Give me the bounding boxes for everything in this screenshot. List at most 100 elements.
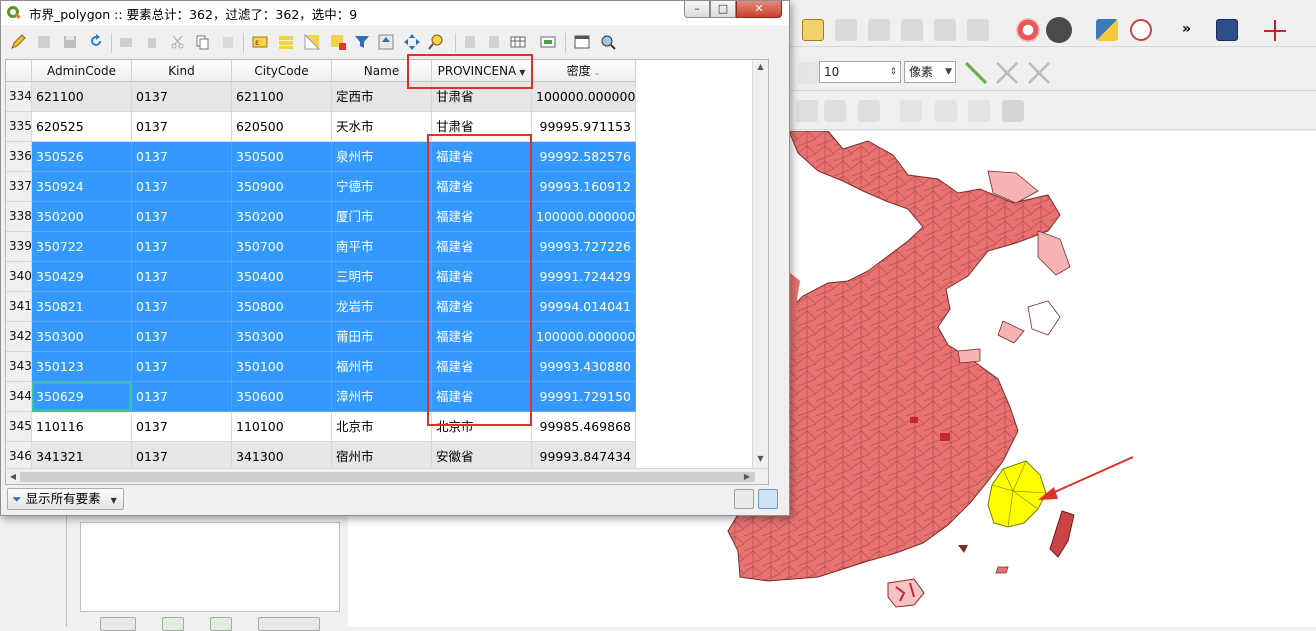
cell-citycode[interactable]: 350500 (232, 142, 332, 172)
delete-field-icon[interactable] (539, 33, 557, 51)
plugin-face-icon[interactable] (1046, 17, 1072, 43)
label-change-icon[interactable] (967, 19, 989, 41)
delete-cross-icon[interactable] (996, 62, 1018, 84)
cell-name[interactable]: 莆田市 (332, 322, 432, 352)
row-number[interactable]: 344 (6, 382, 32, 412)
cell-kind[interactable]: 0137 (132, 82, 232, 112)
cell-kind[interactable]: 0137 (132, 382, 232, 412)
simplify-icon[interactable] (935, 100, 957, 122)
spin-arrows-icon[interactable]: ⇕ (889, 62, 897, 82)
show-all-features-button[interactable]: ⏷ 显示所有要素 ▼ (7, 488, 124, 510)
maximize-button[interactable]: □ (710, 1, 736, 18)
snap-vertex-icon[interactable] (798, 62, 820, 84)
cell-provincena[interactable]: 甘肃省 (432, 112, 532, 142)
cell-admincode[interactable]: 350722 (32, 232, 132, 262)
cell-density[interactable]: 100000.000000 (532, 202, 636, 232)
cell-admincode[interactable]: 350821 (32, 292, 132, 322)
cell-density[interactable]: 99992.582576 (532, 142, 636, 172)
cell-provincena[interactable]: 福建省 (432, 142, 532, 172)
cell-density[interactable]: 99993.160912 (532, 172, 636, 202)
deselect-all-icon[interactable] (329, 33, 347, 51)
close-button[interactable]: ✕ (736, 1, 782, 18)
cell-name[interactable]: 漳州市 (332, 382, 432, 412)
hainan-region[interactable] (887, 578, 925, 608)
cell-kind[interactable]: 0137 (132, 172, 232, 202)
form-view-button[interactable] (734, 489, 754, 509)
cell-name[interactable]: 泉州市 (332, 142, 432, 172)
vertical-scrollbar[interactable]: ▲ ▼ (752, 60, 768, 484)
cell-density[interactable]: 100000.000000 (532, 82, 636, 112)
snap-unit-select[interactable]: 像素 ▼ (904, 61, 956, 83)
cell-provincena[interactable]: 福建省 (432, 202, 532, 232)
cell-density[interactable]: 99994.014041 (532, 292, 636, 322)
header-kind[interactable]: Kind (132, 60, 232, 82)
cell-density[interactable]: 99995.971153 (532, 112, 636, 142)
cell-admincode[interactable]: 350123 (32, 352, 132, 382)
horizontal-scrollbar[interactable]: ◀ ▶ (6, 468, 768, 484)
cell-provincena[interactable]: 福建省 (432, 322, 532, 352)
label-show-icon[interactable] (868, 19, 890, 41)
cell-density[interactable]: 99993.430880 (532, 352, 636, 382)
table-row[interactable]: 336 350526 0137 350500 泉州市 福建省 99992.582576 (6, 142, 636, 172)
python-console-icon[interactable] (1096, 19, 1118, 41)
add-feature-icon[interactable] (117, 33, 135, 51)
cell-provincena[interactable]: 福建省 (432, 292, 532, 322)
cell-citycode[interactable]: 350400 (232, 262, 332, 292)
island-region[interactable] (995, 566, 1009, 574)
table-row[interactable]: 340 350429 0137 350400 三明市 福建省 99991.724429 (6, 262, 636, 292)
panel-refresh-icon[interactable] (210, 617, 232, 631)
cell-citycode[interactable]: 110100 (232, 412, 332, 442)
cell-kind[interactable]: 0137 (132, 202, 232, 232)
field-calculator-icon[interactable] (573, 33, 591, 51)
delete-icon[interactable] (143, 33, 161, 51)
taiwan-region[interactable] (1049, 510, 1075, 558)
cell-citycode[interactable]: 350900 (232, 172, 332, 202)
cell-name[interactable]: 北京市 (332, 412, 432, 442)
table-row[interactable]: 339 350722 0137 350700 南平市 福建省 99993.727226 (6, 232, 636, 262)
window-titlebar[interactable]: 市界_polygon :: 要素总计：362，过滤了：362，选中：9 – □ … (1, 1, 789, 25)
low-density-region[interactable] (997, 320, 1025, 344)
header-density[interactable]: 密度 ⌄ (532, 60, 636, 82)
cell-citycode[interactable]: 350200 (232, 202, 332, 232)
cell-admincode[interactable]: 350200 (32, 202, 132, 232)
cell-admincode[interactable]: 621100 (32, 82, 132, 112)
cell-name[interactable]: 福州市 (332, 352, 432, 382)
label-tool-icon[interactable] (802, 19, 824, 41)
table-row[interactable]: 335 620525 0137 620500 天水市 甘肃省 99995.971153 (6, 112, 636, 142)
horizontal-scroll-thumb[interactable] (20, 472, 755, 482)
rotate-feature-icon[interactable] (1002, 100, 1024, 122)
table-row[interactable]: 341 350821 0137 350800 龙岩市 福建省 99994.014041 (6, 292, 636, 322)
header-name[interactable]: Name (332, 60, 432, 82)
move-selection-to-top-icon[interactable] (377, 33, 395, 51)
row-number[interactable]: 336 (6, 142, 32, 172)
cell-admincode[interactable]: 350629 (32, 382, 132, 412)
add-part-icon[interactable] (796, 100, 818, 122)
browser-list[interactable] (80, 522, 340, 612)
row-number[interactable]: 338 (6, 202, 32, 232)
cell-provincena[interactable]: 甘肃省 (432, 82, 532, 112)
cell-name[interactable]: 南平市 (332, 232, 432, 262)
cell-kind[interactable]: 0137 (132, 232, 232, 262)
label-move-icon[interactable] (901, 19, 923, 41)
cell-provincena[interactable]: 福建省 (432, 382, 532, 412)
merge-tool-icon[interactable] (1028, 62, 1050, 84)
panel-open-button[interactable] (258, 617, 320, 631)
row-number[interactable]: 335 (6, 112, 32, 142)
cell-citycode[interactable]: 350700 (232, 232, 332, 262)
table-row[interactable]: 338 350200 0137 350200 厦门市 福建省 100000.000000 (6, 202, 636, 232)
cell-density[interactable]: 99985.469868 (532, 412, 636, 442)
cell-admincode[interactable]: 350300 (32, 322, 132, 352)
cell-name[interactable]: 定西市 (332, 82, 432, 112)
copy-rows-icon[interactable] (461, 33, 479, 51)
cell-admincode[interactable]: 350526 (32, 142, 132, 172)
label-rotate-icon[interactable] (934, 19, 956, 41)
low-density-region[interactable] (1037, 230, 1071, 276)
fill-ring-icon[interactable] (968, 100, 990, 122)
panel-add-icon[interactable] (162, 617, 184, 631)
table-row[interactable]: 342 350300 0137 350300 莆田市 福建省 100000.000000 (6, 322, 636, 352)
cell-name[interactable]: 龙岩市 (332, 292, 432, 322)
cell-admincode[interactable]: 620525 (32, 112, 132, 142)
header-provincena[interactable]: PROVINCENA ▼ (432, 60, 532, 82)
select-by-expression-icon[interactable]: ε (251, 33, 269, 51)
header-rownum[interactable] (6, 60, 32, 82)
